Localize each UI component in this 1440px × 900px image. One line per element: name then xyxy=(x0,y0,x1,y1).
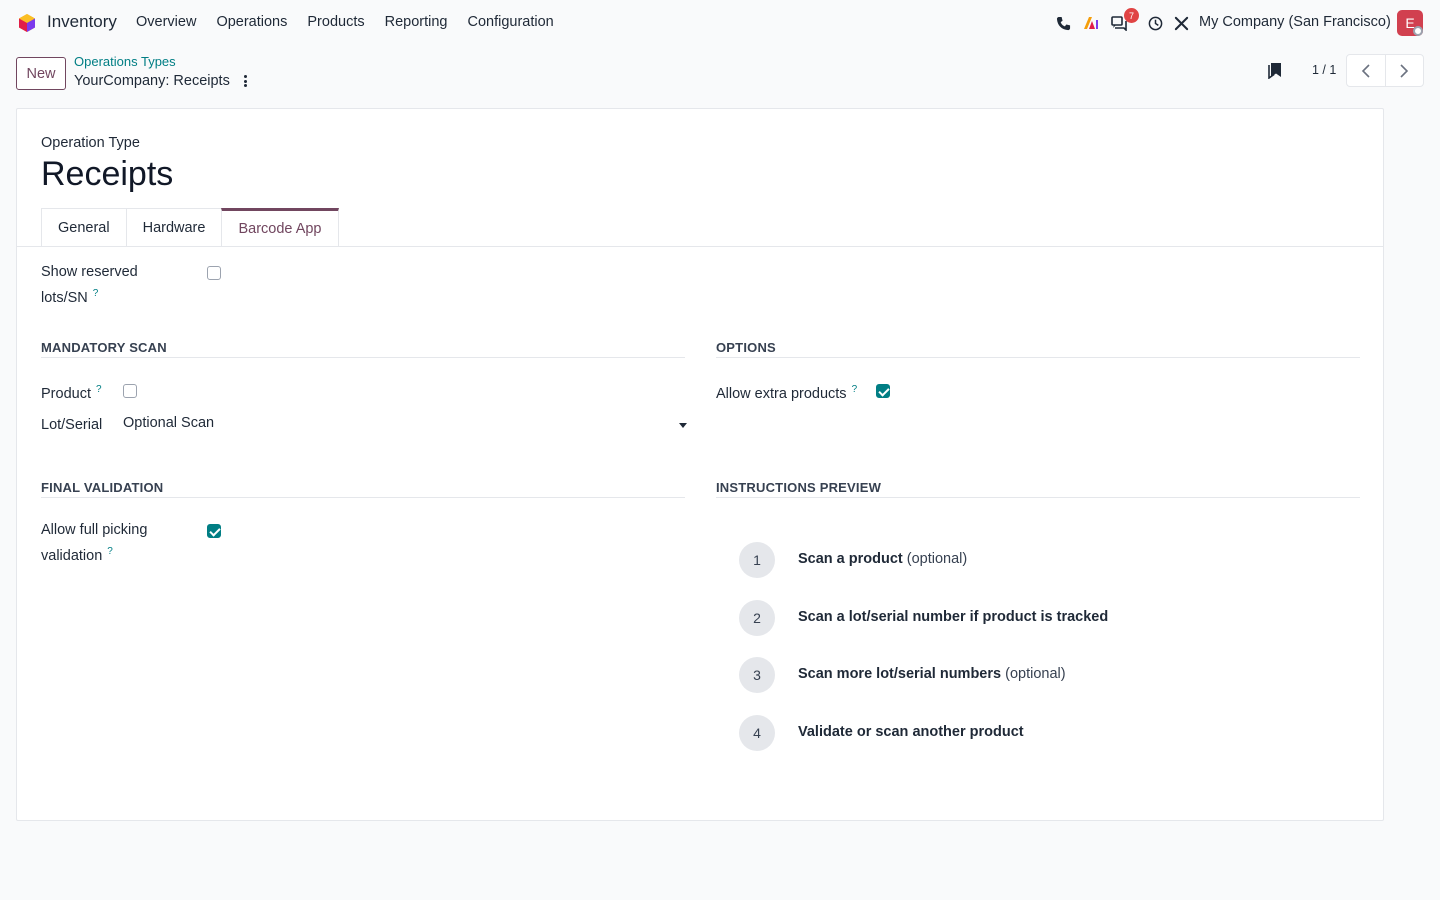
section-divider xyxy=(41,357,685,358)
product-label-text: Product xyxy=(41,385,91,402)
menu-configuration[interactable]: Configuration xyxy=(467,14,553,30)
help-icon[interactable]: ? xyxy=(96,384,102,395)
chevron-right-icon xyxy=(1400,63,1409,78)
form-sheet: Operation Type Receipts General Hardware… xyxy=(16,108,1384,821)
allow-extra-products-checkbox[interactable] xyxy=(876,384,890,398)
allow-full-label-line1: Allow full picking xyxy=(41,522,148,538)
step-text: Validate or scan another product xyxy=(798,724,1024,740)
section-divider xyxy=(716,497,1360,498)
allow-full-label-line2: validation xyxy=(41,547,103,564)
step-title: Scan a lot/serial number if product is t… xyxy=(798,609,1109,625)
app-name[interactable]: Inventory xyxy=(47,12,117,32)
instructions-preview-heading: INSTRUCTIONS PREVIEW xyxy=(716,480,882,495)
caret-down-icon xyxy=(679,423,687,428)
product-label: Product? xyxy=(41,379,102,405)
allow-full-validation-checkbox[interactable] xyxy=(207,524,221,538)
pager-buttons xyxy=(1346,54,1424,87)
tab-general[interactable]: General xyxy=(41,208,127,247)
tab-barcode-app[interactable]: Barcode App xyxy=(221,208,339,247)
step-title: Validate or scan another product xyxy=(798,724,1024,740)
help-icon[interactable]: ? xyxy=(852,384,858,395)
new-button[interactable]: New xyxy=(16,57,66,90)
section-divider xyxy=(716,357,1360,358)
bookmark-icon[interactable] xyxy=(1268,62,1282,79)
step-text: Scan a product (optional) xyxy=(798,551,967,567)
messages-badge: 7 xyxy=(1124,8,1139,23)
inventory-app-icon[interactable] xyxy=(17,13,37,33)
pager-next-button[interactable] xyxy=(1386,55,1424,86)
tools-icon[interactable] xyxy=(1172,14,1190,32)
lot-serial-label: Lot/Serial xyxy=(41,417,103,433)
phone-icon[interactable] xyxy=(1054,14,1072,32)
product-scan-checkbox[interactable] xyxy=(123,384,137,398)
tabs-divider xyxy=(17,246,1383,247)
breadcrumb-current: YourCompany: Receipts xyxy=(74,73,230,89)
step-number: 3 xyxy=(739,657,775,693)
allow-full-validation-label: Allow full picking validation? xyxy=(41,520,147,567)
lot-serial-value: Optional Scan xyxy=(123,415,215,431)
step-number: 1 xyxy=(739,542,775,578)
ai-icon[interactable] xyxy=(1082,14,1100,32)
step-text: Scan a lot/serial number if product is t… xyxy=(798,609,1108,625)
form-tabs: General Hardware Barcode App xyxy=(41,208,339,247)
step-title: Scan a product xyxy=(798,551,903,567)
record-title[interactable]: Receipts xyxy=(41,155,173,194)
section-divider xyxy=(41,497,685,498)
top-navbar: Inventory Overview Operations Products R… xyxy=(0,0,1440,46)
mandatory-scan-heading: MANDATORY SCAN xyxy=(41,340,167,355)
options-heading: OPTIONS xyxy=(716,340,776,355)
tab-hardware[interactable]: Hardware xyxy=(125,208,223,247)
allow-extra-label: Allow extra products? xyxy=(716,379,857,405)
chevron-left-icon xyxy=(1361,63,1370,78)
company-switcher[interactable]: My Company (San Francisco) xyxy=(1199,14,1391,30)
show-reserved-label: Show reserved lots/SN? xyxy=(41,262,138,309)
actions-menu-icon[interactable] xyxy=(240,73,250,89)
help-icon[interactable]: ? xyxy=(93,288,99,299)
pager-value[interactable]: 1 / 1 xyxy=(1312,63,1336,77)
step-number: 2 xyxy=(739,600,775,636)
presence-status-icon xyxy=(1413,26,1423,36)
step-title: Scan more lot/serial numbers xyxy=(798,666,1002,682)
help-icon[interactable]: ? xyxy=(107,546,113,557)
allow-extra-label-text: Allow extra products xyxy=(716,385,847,402)
final-validation-heading: FINAL VALIDATION xyxy=(41,480,164,495)
menu-products[interactable]: Products xyxy=(307,14,364,30)
show-reserved-checkbox[interactable] xyxy=(207,266,221,280)
step-optional: (optional) xyxy=(1005,666,1066,682)
step-text: Scan more lot/serial numbers (optional) xyxy=(798,666,1066,682)
show-reserved-label-line2: lots/SN xyxy=(41,289,88,306)
lot-serial-select[interactable]: Optional Scan xyxy=(123,415,687,439)
breadcrumb-parent[interactable]: Operations Types xyxy=(74,54,176,69)
pager-previous-button[interactable] xyxy=(1347,55,1386,86)
menu-reporting[interactable]: Reporting xyxy=(385,14,448,30)
step-optional: (optional) xyxy=(906,551,968,567)
clock-icon[interactable] xyxy=(1146,14,1164,32)
step-number: 4 xyxy=(739,715,775,751)
menu-overview[interactable]: Overview xyxy=(136,14,196,30)
operation-type-label: Operation Type xyxy=(41,135,140,151)
show-reserved-label-line1: Show reserved xyxy=(41,264,138,280)
main-menu: Overview Operations Products Reporting C… xyxy=(136,14,554,30)
menu-operations[interactable]: Operations xyxy=(216,14,287,30)
